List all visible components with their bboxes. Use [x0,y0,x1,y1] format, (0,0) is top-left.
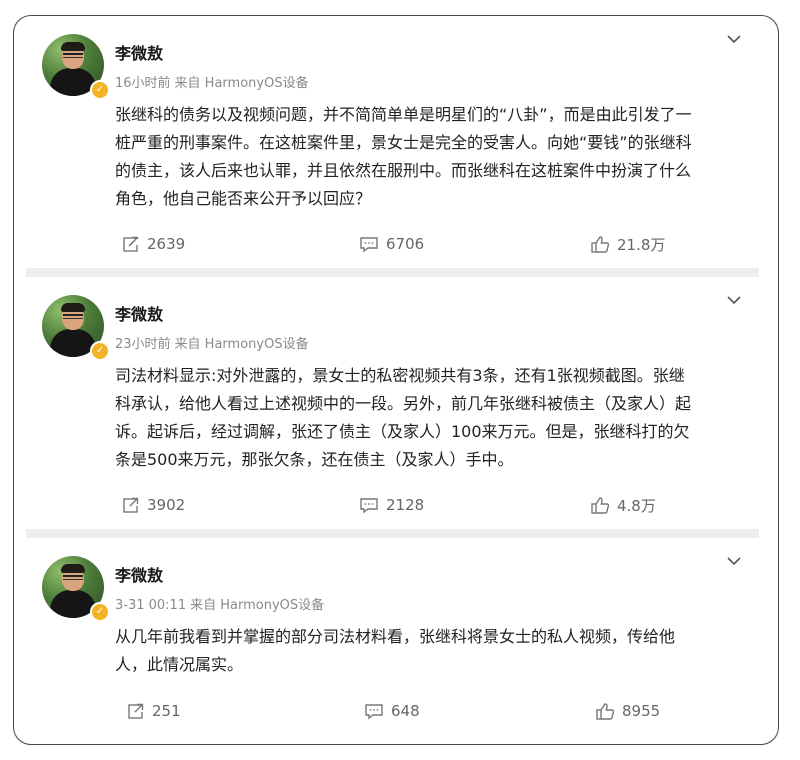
repost-icon [128,703,144,719]
post-meta: 23小时前 来自 HarmonyOS设备 [115,333,309,352]
post-text: 张继科的债务以及视频问题，并不简简单单是明星们的“八卦”，而是由此引发了一 桩严… [115,101,751,213]
chevron-down-icon[interactable] [726,33,742,45]
post-3: ✓ 李微敖 3-31 00:11 来自 HarmonyOS设备 从几年前我看到并掌… [14,538,778,744]
post-text-line: 桩严重的刑事案件。在这桩案件里，景女士是完全的受害人。向她“要钱”的张继科 [115,133,692,152]
post-text-line: 角色，他自己能否来公开予以回应？ [115,189,372,208]
comment-count: 648 [391,702,420,720]
like-count: 4.8万 [617,496,656,515]
weibo-feed: ✓ 李微敖 16小时前 来自 HarmonyOS设备 张继科的债务以及视频问题，并… [13,15,779,745]
post-text-line: 从几年前我看到并掌握的部分司法材料看，张继科将景女士的私人视频，传给他 [115,627,676,646]
repost-button[interactable]: 2639 [122,232,185,256]
post-divider [26,529,759,538]
chevron-down-icon[interactable] [726,555,742,567]
post-source: 来自 HarmonyOS设备 [190,598,325,613]
like-count: 8955 [622,702,661,720]
repost-button[interactable]: 251 [127,699,181,723]
post-meta: 16小时前 来自 HarmonyOS设备 [115,72,309,91]
repost-button[interactable]: 3902 [122,493,185,517]
post-meta: 3-31 00:11 来自 HarmonyOS设备 [115,594,324,613]
author-name[interactable]: 李微敖 [115,40,163,64]
post-time[interactable]: 23小时前 [115,337,171,352]
post-1: ✓ 李微敖 16小时前 来自 HarmonyOS设备 张继科的债务以及视频问题，并… [14,16,778,268]
post-text: 司法材料显示:对外泄露的，景女士的私密视频共有3条，还有1张视频截图。张继 科承… [115,362,751,474]
comment-count: 6706 [386,235,425,253]
author-name[interactable]: 李微敖 [115,562,163,586]
post-time[interactable]: 3-31 00:11 [115,598,186,613]
verified-badge-icon: ✓ [90,341,110,361]
post-text-line: 科承认，给他人看过上述视频中的一段。另外，前几年张继科被债主（及家人）起 [115,394,692,413]
repost-count: 2639 [147,235,186,253]
verified-badge-icon: ✓ [90,602,110,622]
comment-button[interactable]: 2128 [359,493,424,517]
post-text-line: 条是500来万元，那张欠条，还在债主（及家人）手中。 [115,450,514,469]
comment-count: 2128 [386,496,425,514]
post-text-line: 诉。起诉后，经过调解，张还了债主（及家人）100来万元。但是，张继科打的欠 [115,422,690,441]
post-text-line: 张继科的债务以及视频问题，并不简简单单是明星们的“八卦”，而是由此引发了一 [115,105,692,124]
post-actions: 251 648 8955 [14,699,778,723]
thumbs-up-icon [596,703,615,720]
post-source: 来自 HarmonyOS设备 [174,337,309,352]
post-time[interactable]: 16小时前 [115,76,171,91]
post-text: 从几年前我看到并掌握的部分司法材料看，张继科将景女士的私人视频，传给他 人，此情… [115,623,751,679]
repost-icon [123,497,139,513]
post-text-line: 的债主，该人后来也认罪，并且依然在服刑中。而张继科在这桩案件中扮演了什么 [115,161,692,180]
post-divider [26,268,759,277]
like-count: 21.8万 [617,235,666,254]
thumbs-up-icon [591,236,610,253]
like-button[interactable]: 4.8万 [590,493,656,517]
post-text-line: 人，此情况属实。 [115,655,244,674]
verified-badge-icon: ✓ [90,80,110,100]
like-button[interactable]: 21.8万 [590,232,665,256]
comment-icon [360,237,378,253]
comment-button[interactable]: 648 [364,699,420,723]
comment-icon [365,704,383,720]
post-2: ✓ 李微敖 23小时前 来自 HarmonyOS设备 司法材料显示:对外泄露的，景… [14,277,778,529]
chevron-down-icon[interactable] [726,294,742,306]
like-button[interactable]: 8955 [595,699,660,723]
post-actions: 3902 2128 4.8万 [14,493,778,517]
post-text-line: 司法材料显示:对外泄露的，景女士的私密视频共有3条，还有1张视频截图。张继 [115,366,685,385]
author-name[interactable]: 李微敖 [115,301,163,325]
repost-icon [123,236,139,252]
post-source: 来自 HarmonyOS设备 [174,76,309,91]
comment-button[interactable]: 6706 [359,232,424,256]
repost-count: 3902 [147,496,186,514]
repost-count: 251 [152,702,181,720]
thumbs-up-icon [591,497,610,514]
comment-icon [360,498,378,514]
post-actions: 2639 6706 21.8万 [14,232,778,256]
